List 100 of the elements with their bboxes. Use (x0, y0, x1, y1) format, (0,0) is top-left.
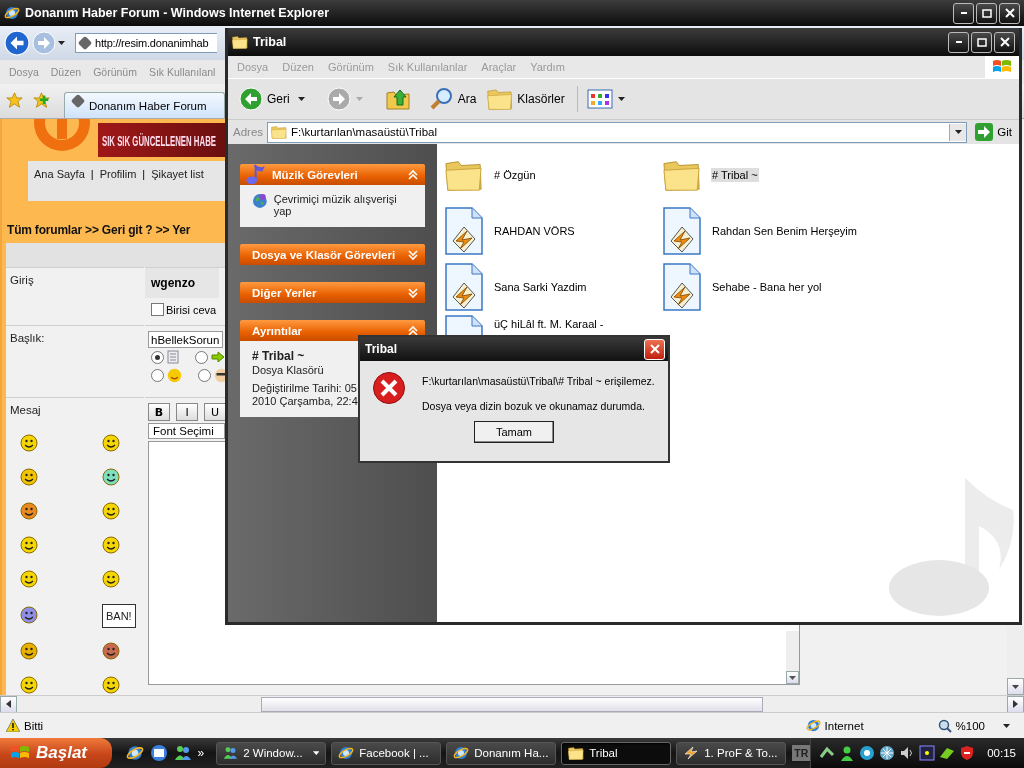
banner-slogan: SIK SIK GÜNCELLENEN HABE (102, 131, 216, 149)
restore-button[interactable] (976, 2, 997, 24)
checkbox[interactable] (151, 303, 164, 316)
caret-icon[interactable] (58, 41, 65, 45)
smiley-icon[interactable] (20, 642, 38, 660)
caret-icon[interactable] (789, 675, 796, 680)
zoom-level[interactable]: %100 (955, 719, 985, 732)
address-field[interactable]: F:\kurtarılan\masaüstü\Tribal (267, 121, 968, 143)
details-date: 2010 Çarşamba, 22:4 (252, 395, 359, 407)
arrow-icon (975, 123, 994, 141)
smiley-icon[interactable] (20, 570, 38, 588)
ban-sign[interactable]: BAN! (102, 604, 136, 628)
caret-icon[interactable] (954, 130, 962, 134)
views-icon[interactable] (586, 89, 613, 109)
file-name[interactable]: Sehabe - Bana her yol (711, 280, 823, 294)
back-button[interactable]: Geri (236, 85, 293, 113)
forward-icon (32, 31, 56, 55)
audio-file-icon (445, 263, 483, 311)
taskbar-button[interactable]: 2 Window... (216, 741, 327, 765)
browser-tab[interactable]: Donanım Haber Forum (64, 92, 225, 118)
file-name[interactable]: # Özgün (493, 168, 537, 182)
minimize-button[interactable] (953, 2, 974, 24)
zoom-icon[interactable] (937, 718, 952, 733)
field-label: Giriş (10, 274, 34, 286)
caret-icon[interactable] (312, 751, 320, 755)
taskbar-button[interactable]: 1. ProF & To... (676, 741, 787, 765)
smiley-icon[interactable] (102, 468, 120, 486)
start-button[interactable]: Başlat (0, 738, 112, 768)
person-icon[interactable] (839, 745, 856, 761)
format-button[interactable]: U (204, 403, 226, 421)
title-input[interactable]: hBellekSorun (148, 331, 223, 348)
font-select[interactable]: Font Seçimi (148, 423, 225, 439)
expand-icon[interactable] (407, 286, 419, 299)
smiley-icon[interactable] (102, 676, 120, 694)
format-button[interactable]: B (148, 403, 170, 421)
smiley-icon[interactable] (102, 570, 120, 588)
address-field[interactable]: http://resim.donanimhab (75, 33, 217, 53)
browser-icon (4, 5, 20, 21)
file-name[interactable]: Rahdan Sen Benim Herşeyim (711, 224, 858, 238)
close-button[interactable] (999, 2, 1020, 24)
lightning-icon (683, 745, 700, 761)
minimize-button[interactable] (948, 31, 969, 53)
radio-button[interactable] (151, 350, 164, 364)
breadcrumb[interactable]: Tüm forumlar >> Geri git ? >> Yer (7, 223, 191, 237)
caret-icon[interactable] (1012, 684, 1019, 689)
nav-link[interactable]: Profilim (99, 168, 137, 180)
horizontal-scrollbar[interactable] (0, 695, 1024, 712)
smiley-icon[interactable] (102, 642, 120, 660)
star-icon[interactable] (6, 92, 23, 109)
folders-button[interactable]: Klasörler (484, 86, 568, 112)
users-icon[interactable] (173, 744, 192, 762)
smiley-icon[interactable] (20, 676, 38, 694)
nav-link[interactable]: Şikayet list (151, 168, 204, 180)
file-name[interactable]: # Tribal ~ (711, 168, 759, 182)
dropdown-button[interactable] (949, 123, 967, 141)
taskbar-button[interactable]: Facebook | ... (331, 741, 442, 765)
nav-separator: | (142, 168, 146, 180)
folder-icon (663, 158, 701, 192)
up-folder-icon[interactable] (384, 87, 411, 111)
radio-button[interactable] (198, 369, 211, 382)
scrollbar[interactable] (786, 631, 799, 684)
smiley-icon[interactable] (102, 502, 120, 520)
taskbar-button[interactable]: Donanım Ha... (446, 741, 557, 765)
radio-button[interactable] (151, 369, 164, 382)
caret-icon[interactable] (297, 97, 305, 101)
smiley-icon[interactable] (20, 468, 38, 486)
ok-button[interactable]: Tamam (474, 421, 554, 443)
document-icon (167, 350, 179, 364)
file-name[interactable]: Sana Sarki Yazdim (493, 280, 588, 294)
search-button[interactable]: Ara (426, 85, 480, 113)
add-favorite-icon[interactable] (33, 92, 50, 109)
maximize-button[interactable] (971, 31, 992, 53)
task-link[interactable]: Çevrimiçi müzik alışverişi yap (273, 193, 415, 217)
smiley-icon[interactable] (20, 536, 38, 554)
caret-icon[interactable] (617, 97, 625, 101)
clock: 00:15 (987, 747, 1016, 759)
go-button[interactable]: Git (971, 123, 1016, 141)
smiley-icon[interactable] (20, 434, 38, 452)
language-indicator[interactable]: TR (792, 745, 811, 761)
format-button[interactable]: I (176, 403, 198, 421)
error-icon (372, 371, 406, 405)
more-button[interactable]: » (197, 746, 205, 760)
expand-icon[interactable] (407, 248, 419, 261)
audio-file-icon (445, 207, 483, 255)
right-arrow-icon[interactable] (1013, 700, 1018, 708)
smiley-icon[interactable] (20, 606, 38, 624)
close-button[interactable] (994, 31, 1015, 53)
left-arrow-icon[interactable] (6, 700, 11, 708)
close-icon (999, 37, 1010, 47)
file-name[interactable]: üÇ hiLâl ft. M. Karaal - (493, 317, 605, 331)
smiley-icon[interactable] (102, 536, 120, 554)
caret-icon[interactable] (1003, 723, 1010, 728)
snowflake-icon[interactable] (879, 745, 896, 761)
taskbar-button[interactable]: Tribal (561, 741, 672, 765)
file-name[interactable]: RAHDAN VÖRS (493, 224, 576, 238)
nav-link[interactable]: Ana Sayfa (34, 168, 85, 180)
collapse-icon[interactable] (407, 324, 419, 337)
radio-button[interactable] (195, 350, 208, 364)
smiley-icon[interactable] (20, 502, 38, 520)
smiley-icon[interactable] (102, 434, 120, 452)
